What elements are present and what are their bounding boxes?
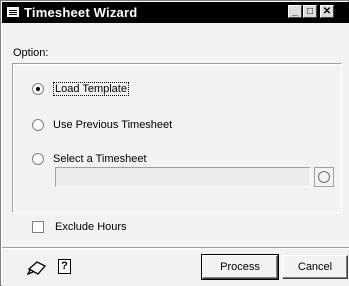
option-label: Option: — [13, 47, 49, 59]
radio-select-a-timesheet[interactable]: Select a Timesheet — [32, 151, 147, 167]
lookup-icon — [318, 171, 330, 183]
process-button[interactable]: Process — [201, 254, 279, 280]
lookup-button[interactable] — [314, 167, 334, 187]
exclude-hours-checkbox[interactable] — [32, 221, 44, 233]
help-icon[interactable]: ? — [58, 259, 71, 274]
radio-label: Use Previous Timesheet — [53, 119, 173, 131]
exclude-hours-label: Exclude Hours — [55, 221, 127, 233]
exclude-hours-option[interactable]: Exclude Hours — [32, 219, 127, 235]
radio-label: Select a Timesheet — [53, 153, 147, 165]
radio-button[interactable] — [32, 153, 44, 165]
window-title: Timesheet Wizard — [24, 5, 138, 20]
minimize-button[interactable]: _ — [288, 5, 302, 18]
radio-label: Load Template — [53, 82, 129, 96]
radio-load-template[interactable]: Load Template — [32, 81, 129, 97]
radio-button[interactable] — [32, 119, 44, 131]
timesheet-field[interactable] — [55, 167, 311, 187]
radio-use-previous-timesheet[interactable]: Use Previous Timesheet — [32, 117, 172, 133]
footer-bar: ? Process Cancel — [2, 249, 349, 286]
title-bar[interactable]: Timesheet Wizard _ □ ✕ — [2, 2, 349, 23]
maximize-button[interactable]: □ — [303, 5, 317, 18]
close-button[interactable]: ✕ — [320, 5, 334, 18]
timesheet-wizard-window: Timesheet Wizard _ □ ✕ Option: Load Temp… — [0, 0, 349, 286]
note-icon[interactable] — [27, 260, 47, 276]
radio-button[interactable] — [32, 83, 44, 95]
window-icon — [7, 7, 19, 17]
cancel-button[interactable]: Cancel — [282, 255, 348, 279]
main-panel: Option: Load Template Use Previous Times… — [2, 23, 349, 247]
